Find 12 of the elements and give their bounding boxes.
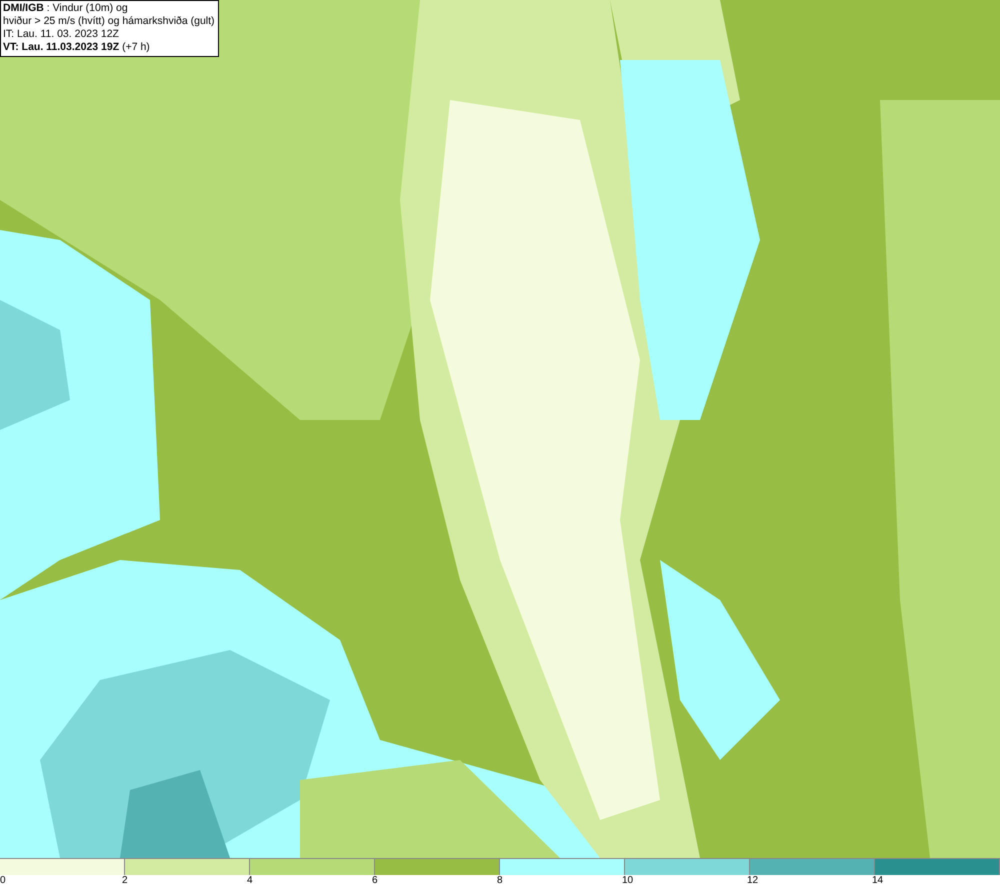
legend-tick-label: 8: [497, 875, 503, 887]
legend-tick-label: 14: [872, 875, 884, 887]
legend-tick-label: 2: [122, 875, 128, 887]
legend-tick-label: 0: [0, 875, 6, 887]
legend-tick-label: 4: [247, 875, 253, 887]
info-text: DMI/IGB : Vindur (10m) og: [3, 2, 129, 15]
info-text: IT: Lau. 11. 03. 2023 12Z: [3, 28, 120, 41]
legend-tick-label: 10: [622, 875, 634, 887]
info-text: VT: Lau. 11.03.2023 19Z (+7 h): [3, 41, 151, 54]
legend-tick-label: 6: [372, 875, 378, 887]
legend-tick-label: 12: [747, 875, 758, 887]
info-text: hviður > 25 m/s (hvítt) og hámarkshviða (gult): [3, 15, 215, 28]
